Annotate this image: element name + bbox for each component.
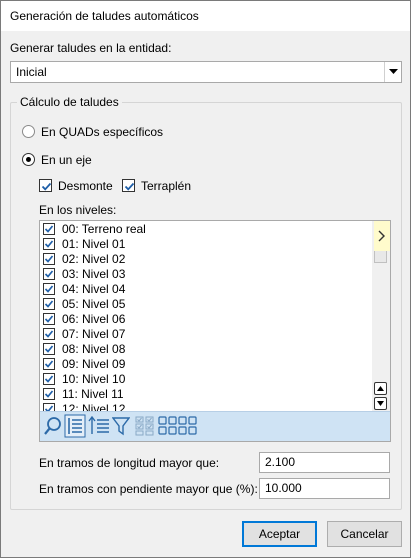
level-row[interactable]: 01: Nivel 01 (40, 237, 370, 252)
level-row[interactable]: 04: Nivel 04 (40, 282, 370, 297)
filter-icon[interactable] (111, 416, 131, 439)
level-row[interactable]: 09: Nivel 09 (40, 357, 370, 372)
slope-label: En tramos con pendiente mayor que (%): (39, 482, 258, 496)
cancel-button[interactable]: Cancelar (327, 521, 402, 547)
level-label: 05: Nivel 05 (62, 297, 126, 311)
dialog-window: Generación de taludes automáticos Genera… (0, 0, 411, 558)
radio-axis[interactable] (22, 153, 35, 166)
radio-axis-label[interactable]: En un eje (41, 153, 92, 167)
entity-label: Generar taludes en la entidad: (10, 41, 172, 55)
level-row[interactable]: 02: Nivel 02 (40, 252, 370, 267)
chevron-right-icon[interactable] (374, 221, 390, 251)
level-row[interactable]: 05: Nivel 05 (40, 297, 370, 312)
level-row[interactable]: 08: Nivel 08 (40, 342, 370, 357)
scroll-down-icon[interactable] (374, 397, 387, 410)
level-label: 02: Nivel 02 (62, 252, 126, 266)
entity-select-value: Inicial (16, 65, 47, 79)
level-row[interactable]: 00: Terreno real (40, 222, 370, 237)
calc-group-legend: Cálculo de taludes (17, 95, 122, 109)
radio-selected-dot (26, 157, 31, 162)
levels-label: En los niveles: (39, 203, 117, 217)
level-row[interactable]: 11: Nivel 11 (40, 387, 370, 402)
terraplen-label[interactable]: Terraplén (141, 179, 191, 193)
level-label: 06: Nivel 06 (62, 312, 126, 326)
scroll-up-icon[interactable] (374, 382, 387, 395)
level-checkbox[interactable] (43, 298, 55, 310)
level-label: 11: Nivel 11 (62, 387, 124, 401)
level-row[interactable]: 07: Nivel 07 (40, 327, 370, 342)
search-icon[interactable] (43, 416, 63, 439)
check-grid-icon[interactable] (135, 416, 155, 439)
list-view-icon[interactable] (64, 414, 86, 441)
radio-quads[interactable] (22, 125, 35, 138)
window-title: Generación de taludes automáticos (1, 1, 410, 31)
terraplen-checkbox[interactable] (122, 179, 135, 192)
level-checkbox[interactable] (43, 268, 55, 280)
levels-listbox[interactable]: 00: Terreno real 01: Nivel 01 02: Nivel 02… (39, 220, 391, 442)
dropdown-arrow-icon[interactable] (384, 62, 401, 82)
grid-icon[interactable] (158, 416, 198, 439)
level-row[interactable]: 03: Nivel 03 (40, 267, 370, 282)
level-checkbox[interactable] (43, 283, 55, 295)
level-checkbox[interactable] (43, 373, 55, 385)
level-label: 09: Nivel 09 (62, 357, 126, 371)
level-checkbox[interactable] (43, 238, 55, 250)
desmonte-label[interactable]: Desmonte (58, 179, 113, 193)
level-checkbox[interactable] (43, 358, 55, 370)
slope-input[interactable]: 10.000 (259, 478, 390, 499)
accept-button[interactable]: Aceptar (242, 521, 317, 547)
radio-quads-label[interactable]: En QUADs específicos (41, 125, 163, 139)
level-checkbox[interactable] (43, 313, 55, 325)
level-checkbox[interactable] (43, 343, 55, 355)
level-label: 00: Terreno real (62, 222, 146, 236)
level-label: 04: Nivel 04 (62, 282, 126, 296)
level-label: 10: Nivel 10 (62, 372, 126, 386)
length-input[interactable]: 2.100 (259, 452, 390, 473)
sort-icon[interactable] (88, 415, 110, 439)
level-label: 03: Nivel 03 (62, 267, 126, 281)
level-label: 07: Nivel 07 (62, 327, 126, 341)
level-checkbox[interactable] (43, 388, 55, 400)
level-row[interactable]: 10: Nivel 10 (40, 372, 370, 387)
level-checkbox[interactable] (43, 223, 55, 235)
level-checkbox[interactable] (43, 253, 55, 265)
desmonte-checkbox[interactable] (39, 179, 52, 192)
length-label: En tramos de longitud mayor que: (39, 456, 220, 470)
level-row[interactable]: 06: Nivel 06 (40, 312, 370, 327)
level-checkbox[interactable] (43, 328, 55, 340)
level-label: 08: Nivel 08 (62, 342, 126, 356)
entity-select[interactable]: Inicial (10, 61, 402, 83)
level-label: 01: Nivel 01 (62, 237, 126, 251)
levels-toolbar (40, 411, 390, 441)
